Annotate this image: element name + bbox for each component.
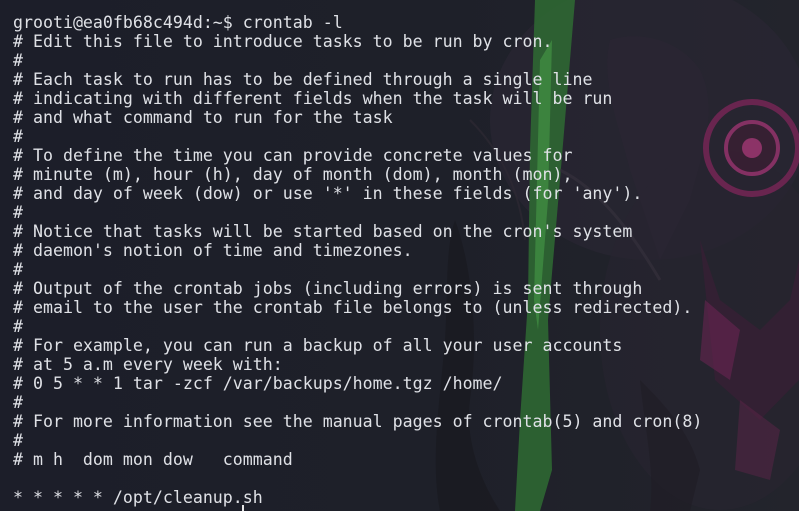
terminal-output: grooti@ea0fb68c494d:~$ crontab -l # Edit … xyxy=(13,13,702,507)
output-line: # xyxy=(13,317,23,336)
output-line: # Output of the crontab jobs (including … xyxy=(13,279,643,298)
output-line: # and day of week (dow) or use '*' in th… xyxy=(13,184,643,203)
output-line: # at 5 a.m every week with: xyxy=(13,355,283,374)
output-line: # xyxy=(13,431,23,450)
terminal-window[interactable]: grooti@ea0fb68c494d:~$ crontab -l # Edit … xyxy=(0,0,799,511)
output-line: # To define the time you can provide con… xyxy=(13,146,573,165)
output-line: # xyxy=(13,51,23,70)
text-cursor xyxy=(242,505,244,511)
output-line: # and what command to run for the task xyxy=(13,108,393,127)
output-line: # 0 5 * * 1 tar -zcf /var/backups/home.t… xyxy=(13,374,503,393)
output-line: # indicating with different fields when … xyxy=(13,89,613,108)
output-line: # Notice that tasks will be started base… xyxy=(13,222,633,241)
output-line: # For more information see the manual pa… xyxy=(13,412,703,431)
output-line: # xyxy=(13,393,23,412)
output-line: # For example, you can run a backup of a… xyxy=(13,336,623,355)
output-line: # email to the user the crontab file bel… xyxy=(13,298,693,317)
output-line: # xyxy=(13,260,23,279)
output-line: # Edit this file to introduce tasks to b… xyxy=(13,32,553,51)
output-line: # xyxy=(13,203,23,222)
output-line: # xyxy=(13,127,23,146)
output-line: # Each task to run has to be defined thr… xyxy=(13,70,593,89)
output-line: # minute (m), hour (h), day of month (do… xyxy=(13,165,573,184)
crontab-entry: * * * * * /opt/cleanup.sh xyxy=(13,488,263,507)
output-line: # daemon's notion of time and timezones. xyxy=(13,241,413,260)
prompt-line: grooti@ea0fb68c494d:~$ crontab -l xyxy=(13,13,343,32)
output-line: # m h dom mon dow command xyxy=(13,450,293,469)
